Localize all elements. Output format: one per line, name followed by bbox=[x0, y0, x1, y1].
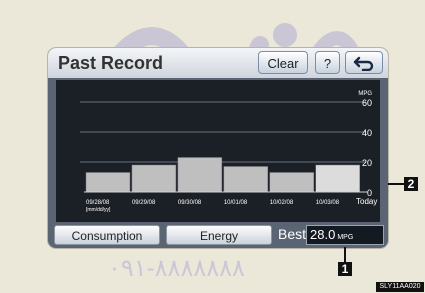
x-tick-label: 09/29/08 bbox=[132, 200, 156, 206]
callout-1: 1 bbox=[338, 262, 352, 276]
x-tick-label: 10/03/08 bbox=[316, 200, 340, 206]
callout-1-leader bbox=[344, 247, 346, 262]
chart-bar bbox=[223, 166, 269, 193]
page-title: Past Record bbox=[58, 53, 164, 73]
chart-bar bbox=[315, 164, 360, 193]
best-value: 28.0 bbox=[310, 227, 336, 242]
best-unit: MPG bbox=[337, 234, 354, 241]
best-value-display: 28.0 MPG bbox=[306, 225, 384, 245]
watermark-text: ۰۹۱-۸۸۸۸۸۸۸ bbox=[108, 255, 245, 282]
y-tick-label: 60 bbox=[362, 98, 372, 108]
help-button[interactable]: ? bbox=[315, 51, 340, 74]
back-button[interactable] bbox=[345, 51, 383, 74]
y-unit-label: MPG bbox=[358, 91, 372, 97]
image-code: SLY11AA020 bbox=[376, 282, 424, 292]
footer-bar: Consumption Energy Best 28.0 MPG bbox=[48, 222, 388, 248]
past-record-screen: Past Record Clear ? 0 20 40 60 MPG 09/28/08 09… bbox=[48, 48, 388, 248]
consumption-button[interactable]: Consumption bbox=[54, 225, 160, 245]
best-label: Best bbox=[278, 226, 307, 242]
x-axis-note: [mm/dd/yy] bbox=[86, 207, 111, 213]
chart-bar bbox=[269, 172, 315, 193]
clear-button[interactable]: Clear bbox=[258, 51, 308, 74]
title-bar: Past Record Clear ? bbox=[48, 48, 388, 78]
chart-canvas: 0204060MPG09/28/08 09/29/08 09/30/08 10/01/… bbox=[80, 91, 377, 213]
x-tick-label: 10/02/08 bbox=[270, 200, 294, 206]
x-tick-label: 10/01/08 bbox=[224, 200, 248, 206]
watermark-dot bbox=[273, 23, 297, 47]
energy-button[interactable]: Energy bbox=[166, 225, 272, 245]
x-tick-label: Today bbox=[356, 197, 377, 206]
x-tick-label: 09/30/08 bbox=[178, 200, 202, 206]
callout-2-leader bbox=[388, 183, 404, 185]
chart-bar bbox=[131, 164, 177, 193]
return-arrow-icon bbox=[353, 56, 374, 72]
callout-2: 2 bbox=[404, 177, 418, 191]
fuel-consumption-chart: 0 20 40 60 MPG 09/28/08 09/29/08 09/30/08 10/01/… bbox=[56, 80, 380, 222]
chart-bar bbox=[177, 157, 223, 193]
y-tick-label: 40 bbox=[362, 128, 372, 138]
manual-page: Past Record Clear ? 0 20 40 60 MPG 09/28/08 09… bbox=[0, 0, 425, 293]
x-tick-label: 09/28/08 bbox=[86, 200, 110, 206]
y-tick-label: 20 bbox=[362, 158, 372, 168]
chart-bar bbox=[85, 172, 131, 193]
